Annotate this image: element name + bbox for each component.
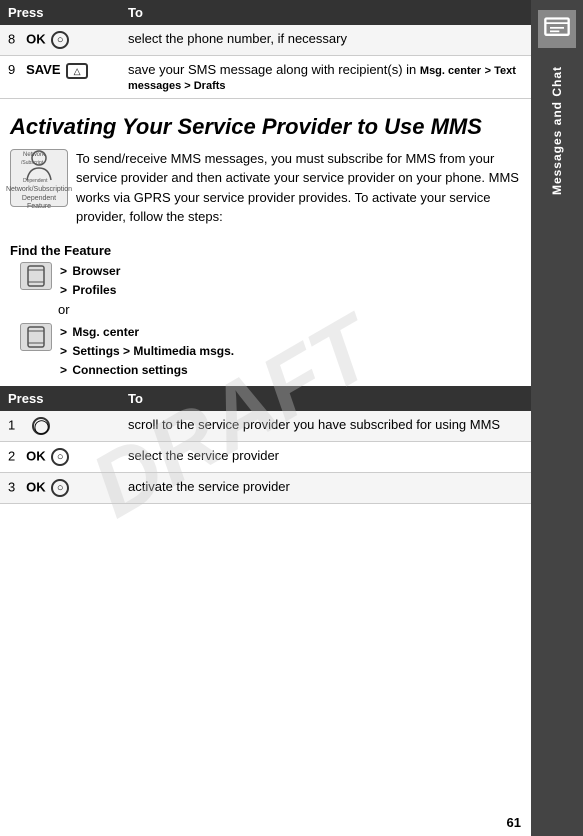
page-number: 61 [507, 815, 521, 830]
bottom-press-table: Press To 1 ◯ scroll to the service provi… [0, 386, 531, 504]
ok-circle-icon-2: ○ [51, 448, 69, 466]
feature-path-2: > Msg. center > Settings > Multimedia ms… [10, 323, 521, 381]
press-cell-9: 9 SAVE △ [0, 56, 120, 99]
sidebar-label: Messages and Chat [550, 66, 564, 195]
row-number: 2 [8, 449, 15, 464]
to-cell-8: select the phone number, if necessary [120, 25, 531, 56]
feature-path-1: > Browser > Profiles [10, 262, 521, 300]
bottom-table-header-to: To [120, 386, 531, 411]
find-feature-label: Find the Feature [10, 243, 111, 258]
find-feature-section: Find the Feature > Browser > Profiles or [0, 237, 531, 387]
body-paragraph: To send/receive MMS messages, you must s… [76, 149, 521, 227]
path-text-1: > Browser > Profiles [58, 262, 120, 300]
key-ok-2: OK [26, 449, 46, 464]
to-cell-9: save your SMS message along with recipie… [120, 56, 531, 99]
to-cell-2: select the service provider [120, 442, 531, 473]
key-save-9: SAVE [26, 62, 60, 77]
table-row: 3 OK ○ activate the service provider [0, 473, 531, 504]
press-cell-8: 8 OK ○ [0, 25, 120, 56]
ok-circle-icon-8: ○ [51, 31, 69, 49]
network-subscription-icon: Network /Subscript Dependent Feature Net… [10, 149, 68, 207]
scroll-circle-icon: ◯ [32, 417, 50, 435]
row-number: 9 [8, 62, 15, 77]
press-cell-1: 1 ◯ [0, 411, 120, 442]
svg-text:Network: Network [23, 152, 46, 158]
phone-screen-icon-2 [20, 323, 52, 351]
body-section: Network /Subscript Dependent Feature Net… [0, 149, 531, 237]
key-ok-3: OK [26, 480, 46, 495]
table-row: 9 SAVE △ save your SMS message along wit… [0, 56, 531, 99]
table-row: 8 OK ○ select the phone number, if neces… [0, 25, 531, 56]
phone-screen-icon-1 [20, 262, 52, 290]
table-row: 1 ◯ scroll to the service provider you h… [0, 411, 531, 442]
sidebar: Messages and Chat [531, 0, 583, 836]
row-number: 1 [8, 418, 15, 433]
to-cell-3: activate the service provider [120, 473, 531, 504]
svg-text:/Subscript: /Subscript [21, 160, 44, 166]
save-rect-icon-9: △ [66, 63, 88, 79]
messages-icon [538, 10, 576, 48]
table-row: 2 OK ○ select the service provider [0, 442, 531, 473]
bottom-table-header-press: Press [0, 386, 120, 411]
top-table-header-press: Press [0, 0, 120, 25]
top-press-table: Press To 8 OK ○ select the phone number,… [0, 0, 531, 99]
to-cell-1: scroll to the service provider you have … [120, 411, 531, 442]
key-ok-8: OK [26, 31, 46, 46]
ok-circle-icon-3: ○ [51, 479, 69, 497]
row-number: 3 [8, 480, 15, 495]
section-title: Activating Your Service Provider to Use … [0, 99, 531, 149]
press-cell-3: 3 OK ○ [0, 473, 120, 504]
top-table-header-to: To [120, 0, 531, 25]
or-separator: or [10, 300, 521, 319]
press-cell-2: 2 OK ○ [0, 442, 120, 473]
row-number: 8 [8, 31, 15, 46]
main-content: Press To 8 OK ○ select the phone number,… [0, 0, 531, 836]
path-text-2: > Msg. center > Settings > Multimedia ms… [58, 323, 234, 381]
